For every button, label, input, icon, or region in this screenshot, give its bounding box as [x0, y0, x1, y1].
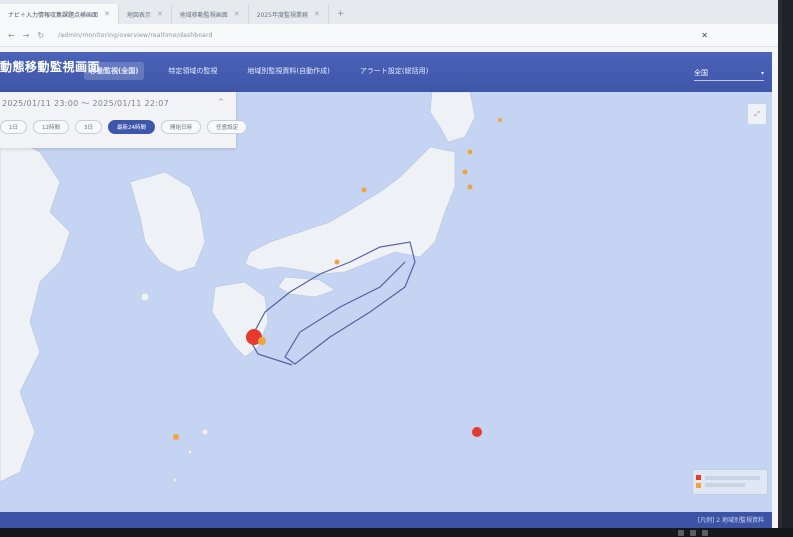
browser-tab[interactable]: 地域移動監視画面 ✕	[172, 4, 249, 24]
time-chip-latest-24h[interactable]: 最新24時間	[108, 120, 155, 134]
alert-marker-orange	[173, 434, 179, 440]
mainland-landmass	[0, 131, 71, 483]
time-range-panel: 2025/01/11 23:00 ～ 2025/01/11 22:07 ^ 1日…	[0, 92, 248, 148]
map-canvas	[0, 92, 502, 483]
tab-regional-reports[interactable]: 地域別監視資料(自動作成)	[241, 62, 335, 80]
browser-tab-label: 地図表示	[126, 11, 151, 19]
browser-tab[interactable]: 2025年度監視業務 ✕	[249, 4, 329, 24]
alert-marker-orange	[334, 259, 340, 265]
forward-icon[interactable]: →	[23, 31, 30, 40]
time-chip-12h[interactable]: 12時間	[33, 120, 69, 134]
map-view[interactable]	[0, 92, 772, 512]
time-chip-3day[interactable]: 3日	[75, 120, 102, 134]
kyushu-island	[211, 281, 269, 358]
alert-marker-orange	[467, 184, 473, 190]
time-chip-custom[interactable]: 任意設定	[207, 120, 248, 134]
close-icon[interactable]: ✕	[234, 10, 240, 18]
back-icon[interactable]: ←	[8, 31, 15, 40]
tab-area-monitoring[interactable]: 特定領域の監視	[162, 62, 223, 80]
alert-marker-orange	[361, 187, 367, 193]
plus-icon[interactable]: +	[329, 4, 353, 24]
address-bar: ← → ↻ /admin/monitoring/overview/realtim…	[0, 24, 778, 47]
chevron-up-icon[interactable]: ^	[218, 98, 224, 106]
alert-marker-orange	[258, 337, 266, 345]
tab-nationwide-monitoring[interactable]: 移動監視(全国)	[84, 62, 145, 80]
alert-marker-red	[472, 427, 482, 437]
island-marker	[172, 477, 178, 483]
time-chip-group: 1日 12時間 3日 最新24時間 開始日時 任意設定	[0, 120, 248, 134]
alert-marker-orange	[467, 149, 473, 155]
legend-bar	[705, 476, 760, 480]
island-marker	[140, 292, 150, 302]
alert-marker-orange	[498, 118, 502, 122]
monitor-bezel	[782, 0, 793, 537]
island-marker	[187, 449, 193, 455]
close-icon[interactable]: ✕	[314, 10, 320, 18]
taskbar	[678, 528, 778, 537]
korean-peninsula	[129, 171, 206, 273]
taskbar-icon[interactable]	[678, 529, 684, 536]
footer-text: [凡例] 2 地域別監視資料	[697, 517, 764, 524]
browser-tab[interactable]: ナビ＋入力情報収集課題点検画面 ✕	[0, 4, 119, 24]
browser-tab-label: ナビ＋入力情報収集課題点検画面	[8, 11, 99, 19]
region-select-value: 全国	[694, 69, 708, 77]
time-chip-start[interactable]: 開始日時	[161, 120, 202, 134]
legend-bar	[705, 483, 745, 487]
region-select[interactable]: 全国 ▾	[694, 66, 764, 81]
url-field[interactable]: /admin/monitoring/overview/realtime/dash…	[58, 32, 213, 39]
tab-alert-settings[interactable]: アラート設定(総括用)	[354, 62, 434, 80]
reload-icon[interactable]: ↻	[37, 31, 44, 40]
close-icon[interactable]: ✕	[104, 10, 110, 18]
time-range-text: 2025/01/11 23:00 ～ 2025/01/11 22:07	[2, 99, 169, 108]
browser-tab-label: 地域移動監視画面	[179, 11, 228, 19]
browser-tab-strip: ナビ＋入力情報収集課題点検画面 ✕ 地図表示 ✕ 地域移動監視画面 ✕ 2025…	[0, 0, 778, 24]
status-footer: [凡例] 2 地域別監視資料	[0, 512, 772, 528]
island-marker	[201, 428, 209, 436]
chevron-down-icon: ▾	[760, 69, 764, 77]
legend-swatch-red	[696, 475, 701, 480]
map-legend	[692, 469, 768, 495]
time-chip-1day[interactable]: 1日	[0, 120, 27, 134]
monitor-bezel	[0, 528, 793, 537]
legend-swatch-orange	[696, 483, 701, 488]
browser-tab-label: 2025年度監視業務	[256, 11, 308, 19]
hokkaido-island	[429, 92, 476, 143]
close-icon[interactable]: ✕	[157, 10, 163, 18]
taskbar-icon[interactable]	[690, 529, 696, 536]
taskbar-icon[interactable]	[702, 529, 708, 536]
close-icon[interactable]: ✕	[701, 31, 708, 40]
alert-marker-orange	[462, 169, 468, 175]
nav-tabs: 移動監視(全国) 特定領域の監視 地域別監視資料(自動作成) アラート設定(総括…	[84, 62, 434, 80]
honshu-island	[244, 146, 456, 275]
expand-icon[interactable]: ⤢	[748, 104, 766, 124]
browser-tab[interactable]: 地図表示 ✕	[119, 4, 172, 24]
monitor-screen: ナビ＋入力情報収集課題点検画面 ✕ 地図表示 ✕ 地域移動監視画面 ✕ 2025…	[0, 0, 782, 528]
